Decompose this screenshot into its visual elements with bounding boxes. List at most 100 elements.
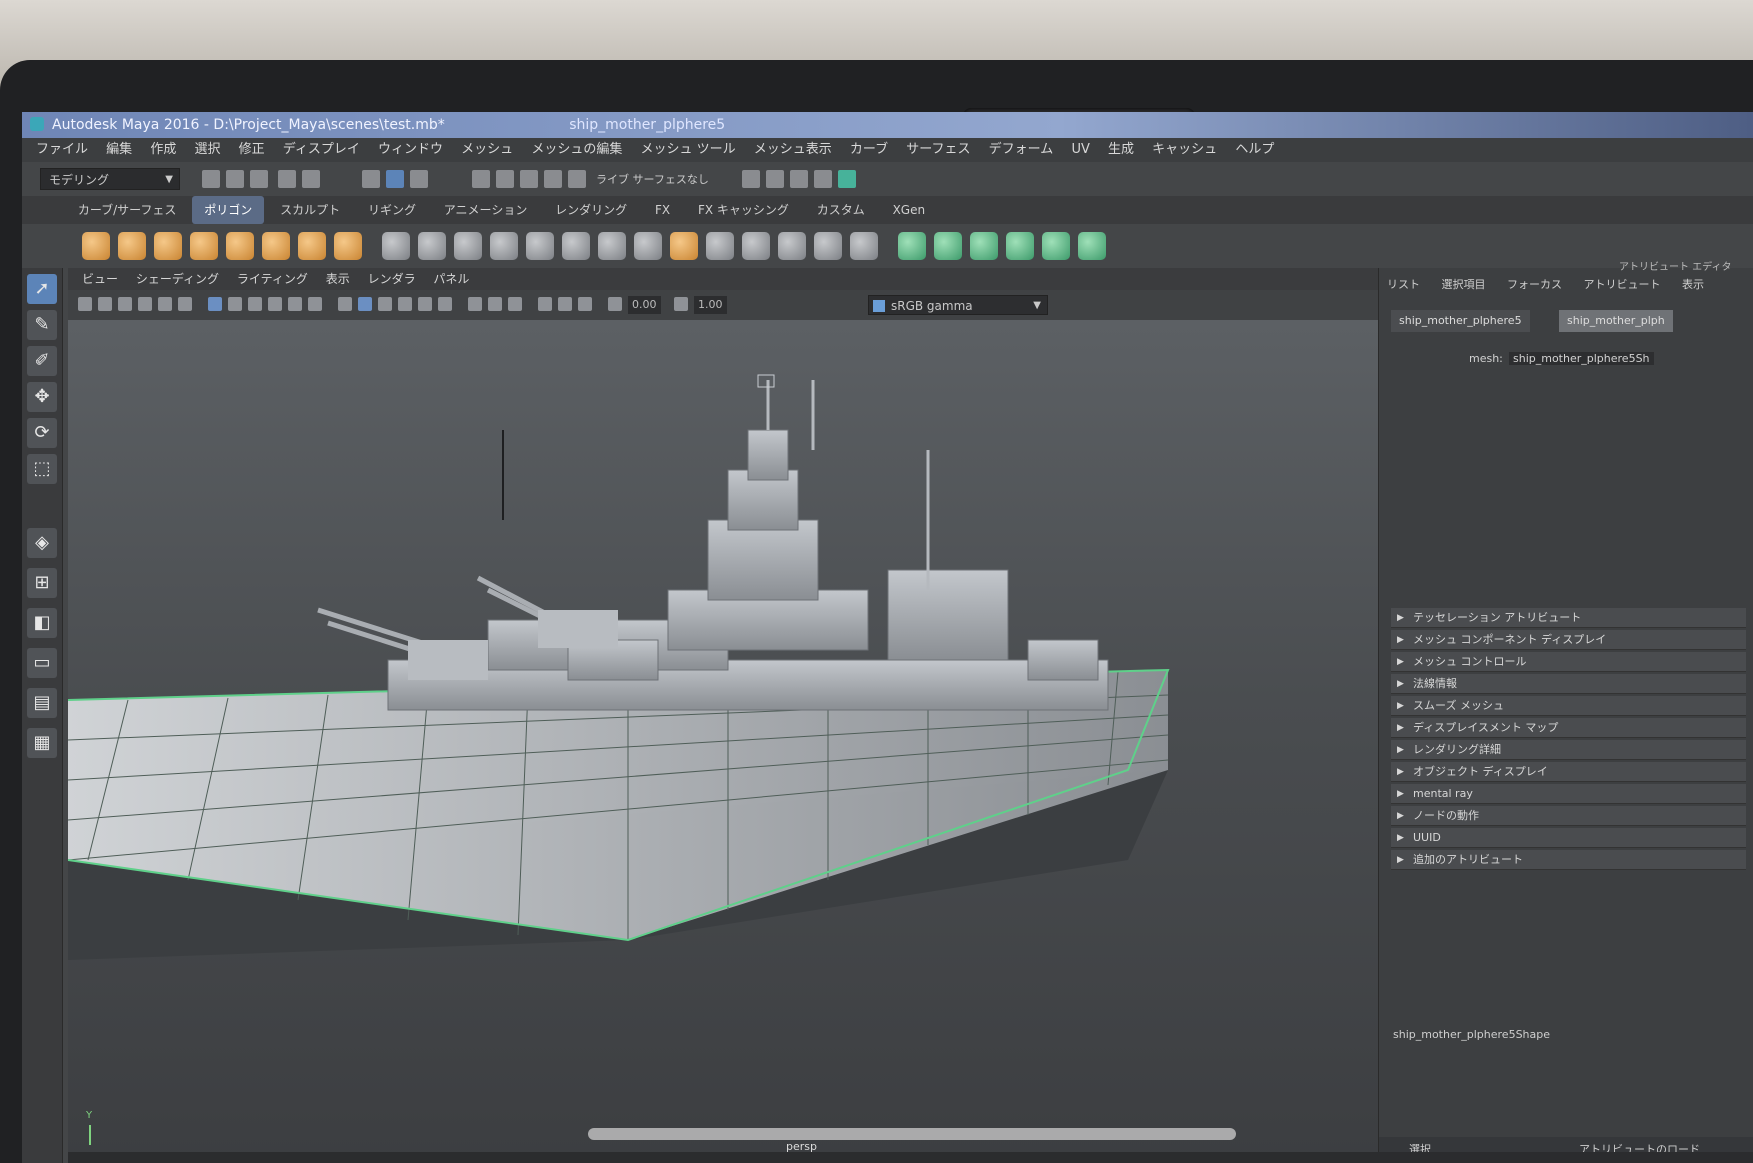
exposure-field[interactable]: 0.00 (628, 296, 661, 314)
snap-point-icon[interactable] (520, 170, 538, 188)
boolean-icon[interactable] (526, 232, 554, 260)
xray-icon[interactable] (358, 297, 372, 311)
menu-edit-mesh[interactable]: メッシュの編集 (531, 138, 622, 162)
ae-tab-show[interactable]: 表示 (1682, 278, 1704, 291)
menu-windows[interactable]: ウィンドウ (378, 138, 443, 162)
planar-mapping-icon[interactable] (934, 232, 962, 260)
poly-cube-icon[interactable] (118, 232, 146, 260)
combine-icon[interactable] (382, 232, 410, 260)
lasso-tool-icon[interactable]: ✎ (27, 310, 57, 340)
menu-mesh-display[interactable]: メッシュ表示 (754, 138, 832, 162)
smooth-shade-icon[interactable] (228, 297, 242, 311)
select-tool-icon[interactable]: ➚ (27, 274, 57, 304)
target-weld-icon[interactable] (706, 232, 734, 260)
poly-sphere-icon[interactable] (82, 232, 110, 260)
menu-create[interactable]: 作成 (150, 138, 176, 162)
resolution-gate-icon[interactable] (508, 297, 522, 311)
xray-joints-icon[interactable] (378, 297, 392, 311)
time-slider[interactable] (68, 1152, 1753, 1163)
section-node-behavior[interactable]: ▶ ノードの動作 (1391, 806, 1746, 826)
camera-attributes-icon[interactable] (98, 297, 112, 311)
color-space-dropdown[interactable]: sRGB gamma ▼ (868, 295, 1048, 315)
panel-menu-shading[interactable]: シェーディング (136, 268, 219, 290)
merge-icon[interactable] (814, 232, 842, 260)
ae-tab-list[interactable]: リスト (1387, 278, 1420, 291)
four-view-layout-icon[interactable]: ⊞ (27, 568, 57, 598)
section-mesh-component-display[interactable]: ▶ メッシュ コンポーネント ディスプレイ (1391, 630, 1746, 650)
section-extra-attributes[interactable]: ▶ 追加のアトリビュート (1391, 850, 1746, 870)
menu-deform[interactable]: デフォーム (989, 138, 1054, 162)
uv-layout-icon[interactable] (1078, 232, 1106, 260)
wireframe-icon[interactable] (208, 297, 222, 311)
edge-loop-icon[interactable] (742, 232, 770, 260)
undo-icon[interactable] (278, 170, 296, 188)
extrude-icon[interactable] (562, 232, 590, 260)
select-component-icon[interactable] (410, 170, 428, 188)
menu-surfaces[interactable]: サーフェス (906, 138, 970, 162)
gamma-field[interactable]: 1.00 (694, 296, 727, 314)
menu-help[interactable]: ヘルプ (1235, 138, 1274, 162)
shelf-tab-sculpting[interactable]: スカルプト (268, 196, 352, 224)
camera-select-icon[interactable] (78, 297, 92, 311)
spherical-mapping-icon[interactable] (1006, 232, 1034, 260)
persp-graph-layout-icon[interactable]: ▭ (27, 648, 57, 678)
panel-menu-view[interactable]: ビュー (82, 268, 118, 290)
hypershade-icon[interactable] (814, 170, 832, 188)
wireframe-on-shaded-icon[interactable] (248, 297, 262, 311)
section-uuid[interactable]: ▶ UUID (1391, 828, 1746, 848)
menu-edit[interactable]: 編集 (106, 138, 132, 162)
menu-cache[interactable]: キャッシュ (1152, 138, 1217, 162)
outliner-layout-icon[interactable]: ▤ (27, 688, 57, 718)
shelf-tab-rendering[interactable]: レンダリング (543, 196, 639, 224)
single-perspective-layout-icon[interactable]: ◈ (27, 528, 57, 558)
poly-torus-icon[interactable] (262, 232, 290, 260)
menu-uv[interactable]: UV (1071, 138, 1089, 162)
section-tessellation[interactable]: ▶ テッセレーション アトリビュート (1391, 608, 1746, 628)
section-mesh-controls[interactable]: ▶ メッシュ コントロール (1391, 652, 1746, 672)
uv-editor-icon[interactable] (898, 232, 926, 260)
motion-blur-icon[interactable] (438, 297, 452, 311)
section-object-display[interactable]: ▶ オブジェクト ディスプレイ (1391, 762, 1746, 782)
select-object-icon[interactable] (386, 170, 404, 188)
section-displacement-map[interactable]: ▶ ディスプレイスメント マップ (1391, 718, 1746, 738)
snap-surface-icon[interactable] (568, 170, 586, 188)
panel-menu-panels[interactable]: パネル (433, 268, 469, 290)
depth-of-field-icon[interactable] (488, 297, 502, 311)
poly-cylinder-icon[interactable] (154, 232, 182, 260)
persp-outliner-layout-icon[interactable]: ▦ (27, 728, 57, 758)
isolate-select-icon[interactable] (338, 297, 352, 311)
shelf-tab-rigging[interactable]: リギング (356, 196, 428, 224)
paint-select-tool-icon[interactable]: ✐ (27, 346, 57, 376)
menu-curves[interactable]: カーブ (850, 138, 888, 162)
automatic-mapping-icon[interactable] (1042, 232, 1070, 260)
section-render-stats[interactable]: ▶ レンダリング詳細 (1391, 740, 1746, 760)
shelf-tab-polygons[interactable]: ポリゴン (192, 196, 265, 224)
field-chart-icon[interactable] (538, 297, 552, 311)
snap-grid-icon[interactable] (472, 170, 490, 188)
ipr-render-icon[interactable] (766, 170, 784, 188)
poly-pyramid-icon[interactable] (298, 232, 326, 260)
snap-view-icon[interactable] (544, 170, 562, 188)
section-mental-ray[interactable]: ▶ mental ray (1391, 784, 1746, 804)
cylindrical-mapping-icon[interactable] (970, 232, 998, 260)
perspective-viewport[interactable]: Y persp (68, 320, 1378, 1163)
toggle-panel-icon[interactable] (838, 170, 856, 188)
shelf-tab-curves-surfaces[interactable]: カーブ/サーフェス (66, 196, 189, 224)
shelf-tab-fx[interactable]: FX (643, 196, 682, 224)
node-tab-transform[interactable]: ship_mother_plphere5 (1391, 310, 1530, 332)
shadows-icon[interactable] (308, 297, 322, 311)
ae-tab-attributes[interactable]: アトリビュート (1584, 278, 1661, 291)
menu-select[interactable]: 選択 (194, 138, 220, 162)
panel-menu-lighting[interactable]: ライティング (237, 268, 308, 290)
bookmark-icon[interactable] (118, 297, 132, 311)
rotate-tool-icon[interactable]: ⟳ (27, 418, 57, 448)
save-scene-icon[interactable] (250, 170, 268, 188)
textured-icon[interactable] (268, 297, 282, 311)
image-plane-icon[interactable] (138, 297, 152, 311)
menu-mesh-tools[interactable]: メッシュ ツール (640, 138, 735, 162)
safe-action-icon[interactable] (558, 297, 572, 311)
gamma-icon[interactable] (674, 297, 688, 311)
mirror-icon[interactable] (454, 232, 482, 260)
menu-mesh[interactable]: メッシュ (461, 138, 513, 162)
collapse-icon[interactable] (850, 232, 878, 260)
